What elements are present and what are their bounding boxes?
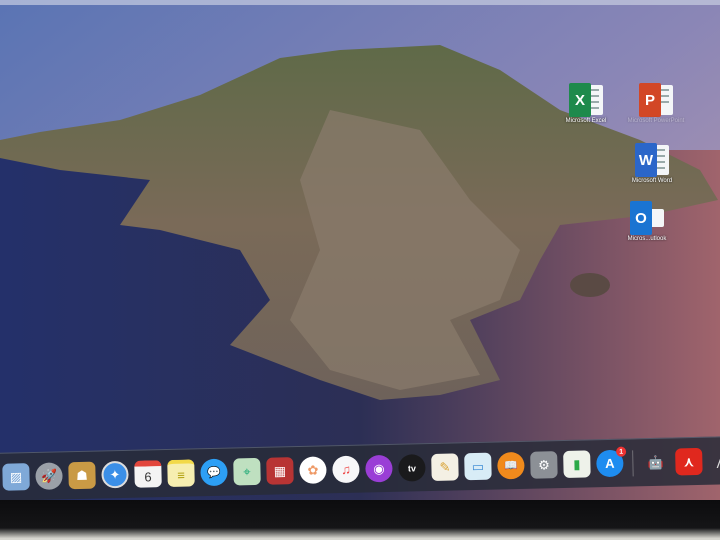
dock-app-store-icon[interactable]: A1 <box>596 446 627 478</box>
book-icon: 📖 <box>503 460 518 473</box>
desktop-icon-label: Micros...utlook <box>627 236 667 242</box>
monitor-bezel <box>0 500 720 540</box>
desktop-icon-powerpoint[interactable]: P Microsoft PowerPoint <box>626 83 686 124</box>
dock-instruments-icon[interactable]: ⋀ <box>708 447 720 475</box>
app-store-icon: A <box>605 455 615 472</box>
dock-acrobat-icon[interactable]: ⋏ <box>675 447 703 476</box>
contacts-icon: ☗ <box>76 467 89 483</box>
word-icon: W <box>635 143 657 177</box>
photo-booth-icon: ▦ <box>273 462 287 479</box>
dock-numbers-icon[interactable]: ▮ <box>563 450 591 478</box>
dock-books-icon[interactable]: 📖 <box>497 451 525 480</box>
compass-icon: ✦ <box>109 466 121 482</box>
map-icon: ⌖ <box>243 463 251 479</box>
dock-photo-booth-icon[interactable]: ▦ <box>266 457 294 485</box>
rocket-icon: 🚀 <box>40 467 58 484</box>
desktop-icon-label: Microsoft Word <box>631 178 673 184</box>
compass-tool-icon: ⋀ <box>716 452 720 469</box>
dock-keynote-icon[interactable]: ▭ <box>464 452 492 481</box>
music-note-icon: ♫ <box>340 461 352 478</box>
notification-badge: 1 <box>616 446 627 457</box>
bar-chart-icon: ▮ <box>573 456 581 472</box>
dock-maps-icon[interactable]: ⌖ <box>233 457 261 486</box>
desktop-icon-label: Microsoft PowerPoint <box>627 118 685 124</box>
dock-music-icon[interactable]: ♫ <box>332 455 360 484</box>
dock-automator-icon[interactable]: 🤖 <box>642 449 670 477</box>
dock-contacts-icon[interactable]: ☗ <box>68 461 96 490</box>
photos-flower-icon: ✿ <box>307 462 319 478</box>
dock-podcasts-icon[interactable]: ◉ <box>365 454 393 483</box>
dock-system-preferences-icon[interactable]: ⚙ <box>530 451 558 479</box>
dock-safari-icon[interactable]: ✦ <box>101 460 129 489</box>
chat-bubble-icon: 💬 <box>207 466 221 480</box>
desktop-icon-word[interactable]: W Microsoft Word <box>622 143 682 184</box>
keynote-podium-icon: ▭ <box>471 458 485 474</box>
gear-icon: ⚙ <box>537 456 550 473</box>
podcast-icon: ◉ <box>373 460 385 476</box>
outlook-icon: O <box>630 201 652 235</box>
acrobat-icon: ⋏ <box>683 453 694 469</box>
preview-icon: ▨ <box>9 468 23 485</box>
desktop-icon-label: Microsoft Excel <box>565 118 607 124</box>
menu-bar <box>0 0 720 5</box>
calendar-icon: 6 <box>144 469 152 485</box>
dock-calendar-icon[interactable]: 6 <box>134 460 162 488</box>
dock-pages-icon[interactable]: ✎ <box>431 453 459 481</box>
dock-photos-icon[interactable]: ✿ <box>299 456 327 484</box>
excel-icon: X <box>569 83 591 117</box>
dock-tv-icon[interactable]: tv <box>398 454 426 482</box>
powerpoint-icon: P <box>639 83 661 117</box>
dock-messages-icon[interactable]: 💬 <box>200 458 228 487</box>
pen-icon: ✎ <box>439 459 451 475</box>
dock-launchpad-icon[interactable]: 🚀 <box>35 462 63 490</box>
robot-icon: 🤖 <box>647 454 665 470</box>
dock-separator <box>632 449 634 476</box>
desktop: X Microsoft Excel P Microsoft PowerPoint… <box>0 0 720 540</box>
desktop-icon-outlook[interactable]: O Micros...utlook <box>617 201 677 242</box>
dock-notes-icon[interactable]: ≡ <box>167 459 195 487</box>
apple-tv-icon: tv <box>407 462 417 474</box>
notes-icon: ≡ <box>177 467 186 483</box>
desktop-icon-excel[interactable]: X Microsoft Excel <box>556 83 616 124</box>
dock-preview-icon[interactable]: ▨ <box>2 463 30 491</box>
